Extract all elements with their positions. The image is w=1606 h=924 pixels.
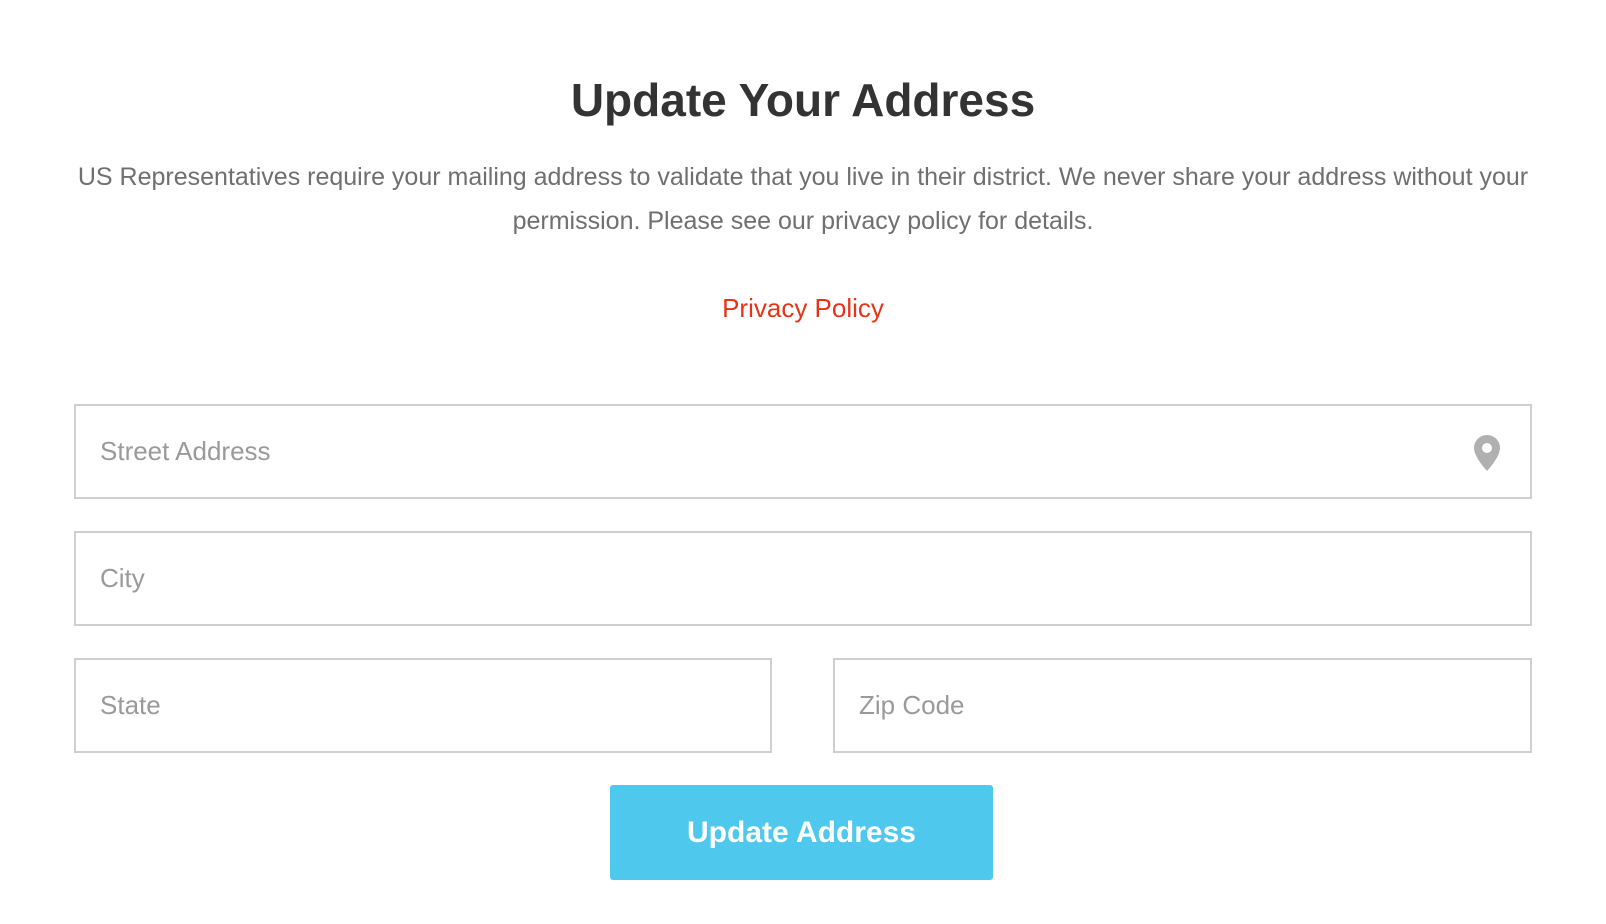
privacy-policy-link[interactable]: Privacy Policy (722, 293, 884, 323)
city-field (74, 531, 1532, 626)
street-address-input[interactable] (76, 406, 1530, 497)
city-input[interactable] (76, 533, 1530, 624)
address-description: US Representatives require your mailing … (77, 163, 1529, 235)
zip-code-field (833, 658, 1532, 753)
zip-code-input[interactable] (835, 660, 1530, 751)
state-input[interactable] (76, 660, 770, 751)
privacy-policy-row: Privacy Policy (0, 290, 1606, 326)
page-title: Update Your Address (570, 74, 1036, 126)
update-address-button[interactable]: Update Address (610, 785, 993, 880)
map-pin-icon (1474, 435, 1500, 471)
street-address-field (74, 404, 1532, 499)
state-field (74, 658, 772, 753)
